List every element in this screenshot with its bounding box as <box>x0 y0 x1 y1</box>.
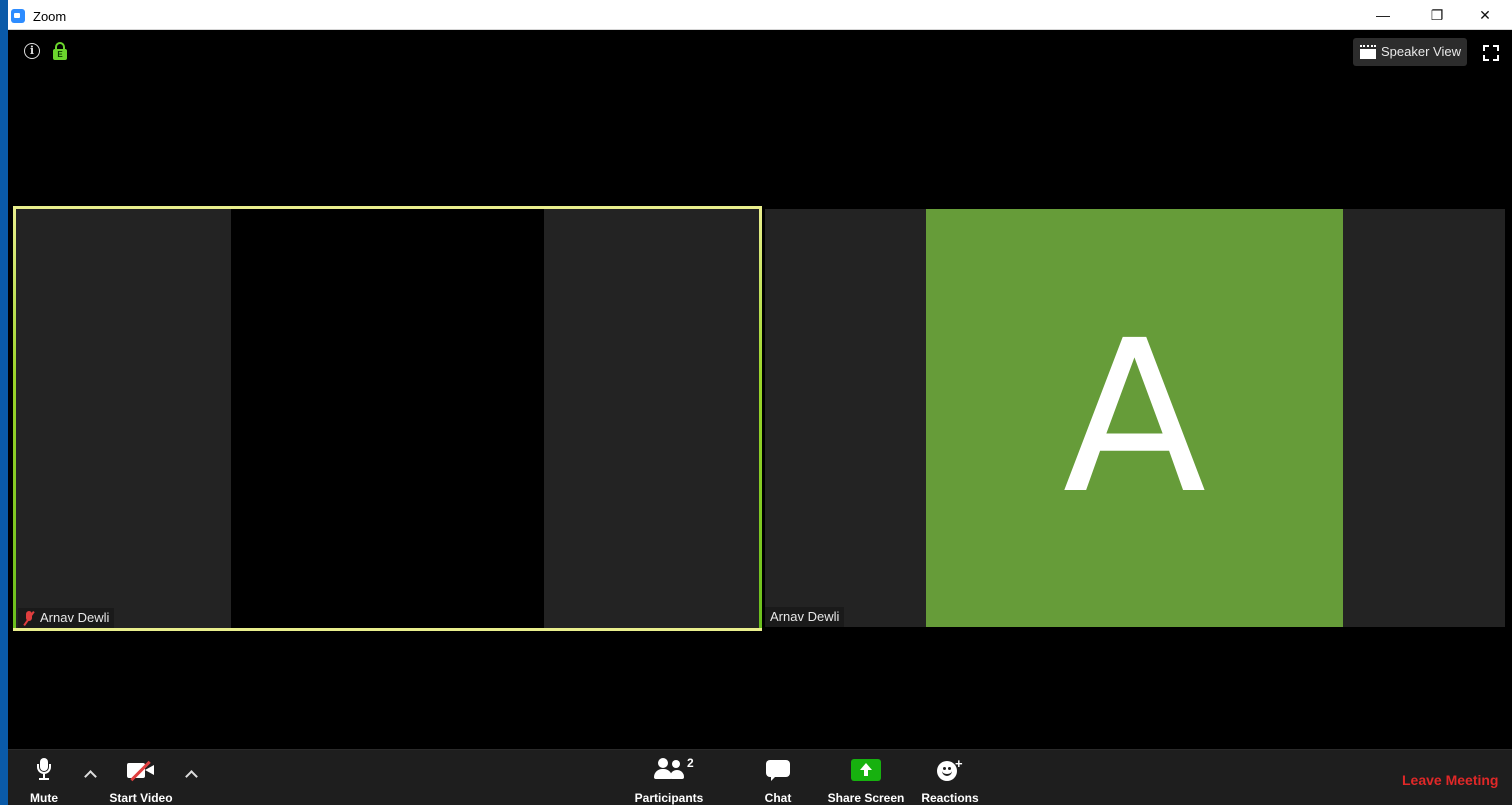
speaker-view-icon <box>1360 45 1376 59</box>
start-video-label: Start Video <box>109 791 173 805</box>
video-options-chevron-up-icon[interactable] <box>181 750 201 805</box>
encryption-lock-icon[interactable]: E <box>53 42 67 60</box>
close-button[interactable]: ✕ <box>1462 0 1508 30</box>
audio-options-chevron-up-icon[interactable] <box>80 750 100 805</box>
chat-bubble-icon <box>766 760 790 782</box>
participants-icon <box>654 758 684 780</box>
participants-label: Participants <box>634 791 704 805</box>
speaker-view-button[interactable]: Speaker View <box>1353 38 1467 66</box>
start-video-button[interactable]: Start Video <box>106 750 176 805</box>
zoom-app-icon <box>11 9 25 23</box>
share-screen-icon <box>851 759 881 781</box>
participant-name: Arnav Dewli <box>40 610 110 625</box>
video-feed <box>231 209 544 628</box>
participants-count-badge: 2 <box>687 756 694 770</box>
participant-name: Arnav Dewli <box>770 609 840 624</box>
speaking-indicator-right <box>759 209 762 628</box>
reactions-label: Reactions <box>921 791 979 805</box>
mic-muted-icon <box>23 610 35 627</box>
microphone-icon <box>37 758 51 780</box>
encryption-badge: E <box>53 49 67 60</box>
leave-meeting-button[interactable]: Leave Meeting <box>1402 772 1498 788</box>
speaker-view-label: Speaker View <box>1381 44 1461 59</box>
video-tile-active-speaker[interactable]: Arnav Dewli <box>13 206 762 631</box>
minimize-button[interactable]: — <box>1360 0 1406 30</box>
share-screen-label: Share Screen <box>827 791 905 805</box>
restore-button[interactable]: ❐ <box>1414 0 1460 30</box>
fullscreen-icon[interactable] <box>1483 45 1499 61</box>
window-title: Zoom <box>33 9 67 24</box>
meeting-controls-toolbar: Mute Start Video 2 Participants Chat Sha… <box>8 749 1512 805</box>
chat-button[interactable]: Chat <box>756 750 800 805</box>
video-off-icon <box>127 760 155 782</box>
participant-name-tag: Arnav Dewli <box>18 608 115 628</box>
avatar-letter: A <box>1062 295 1207 540</box>
window-frame-edge <box>0 0 8 805</box>
chat-label: Chat <box>764 791 792 805</box>
share-screen-button[interactable]: Share Screen <box>826 750 906 805</box>
participant-name-tag: Arnav Dewli <box>765 607 845 627</box>
video-tile-avatar[interactable]: A Arnav Dewli <box>765 209 1505 627</box>
mute-button[interactable]: Mute <box>16 750 72 805</box>
reactions-smiley-icon: + <box>937 756 963 781</box>
avatar: A <box>926 209 1343 627</box>
meeting-info-icon[interactable]: i <box>24 43 40 59</box>
mute-label: Mute <box>30 791 58 805</box>
speaking-indicator-left <box>13 209 16 628</box>
participants-button[interactable]: 2 Participants <box>630 750 708 805</box>
reactions-button[interactable]: + Reactions <box>918 750 982 805</box>
title-bar: Zoom — ❐ ✕ <box>8 0 1512 30</box>
